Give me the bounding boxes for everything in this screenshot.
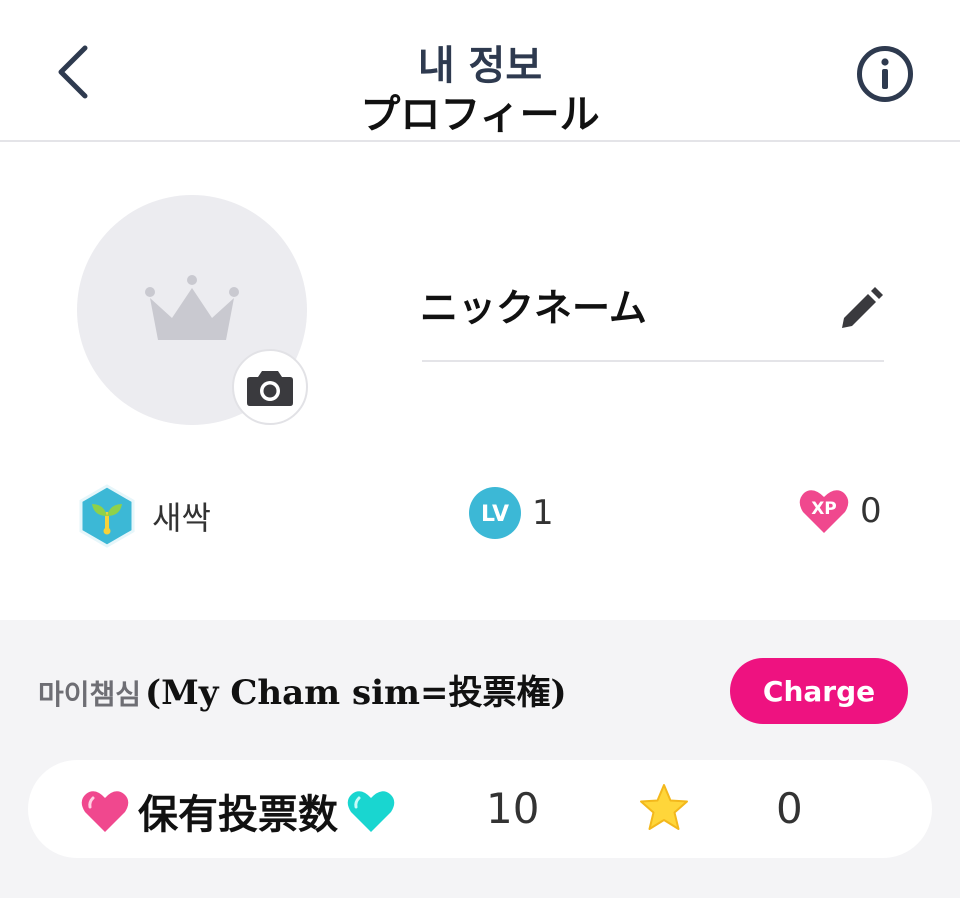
- app-header: 내 정보 プロフィール: [0, 0, 960, 142]
- star-count: 0: [776, 784, 803, 833]
- level-badge-text: LV: [481, 502, 509, 527]
- votes-title: 保有投票数: [80, 782, 396, 840]
- vote-section: 마이챔심 (My Cham sim=投票権) Charge 保有投票数 10 0: [0, 620, 960, 898]
- xp-stat: XP 0: [798, 486, 882, 536]
- profile-section: ニックネーム 새싹 LV 1 XP 0: [0, 144, 960, 620]
- pencil-icon: [842, 287, 883, 328]
- charge-button[interactable]: Charge: [730, 658, 908, 724]
- page-title-japanese: プロフィール: [360, 92, 600, 138]
- nickname-text[interactable]: ニックネーム: [420, 284, 647, 332]
- xp-badge-text: XP: [811, 499, 837, 519]
- nickname-underline: [422, 360, 884, 362]
- edit-nickname-button[interactable]: [838, 286, 884, 332]
- votes-card: 保有投票数 10 0: [28, 760, 932, 858]
- level-badge-icon: LV: [469, 487, 521, 539]
- pink-heart-icon: [81, 791, 129, 832]
- camera-icon: [247, 371, 293, 406]
- change-photo-button[interactable]: [232, 349, 308, 425]
- info-button[interactable]: [856, 45, 914, 103]
- mycham-label-english: (My Cham sim=投票権): [145, 673, 567, 713]
- votes-label: 保有投票数: [138, 792, 338, 838]
- mycham-heading: 마이챔심 (My Cham sim=投票権): [38, 665, 567, 714]
- star-icon: [640, 784, 688, 830]
- votes-count: 10: [486, 784, 540, 833]
- mycham-label-korean: 마이챔심: [38, 678, 142, 711]
- sprout-hexagon-icon: [79, 484, 135, 548]
- page-title-korean: 내 정보: [417, 43, 543, 89]
- grade-stat: 새싹: [78, 484, 211, 548]
- teal-heart-icon: [347, 791, 395, 832]
- level-stat: LV 1: [468, 486, 554, 540]
- level-value: 1: [532, 493, 554, 533]
- crown-icon: [145, 275, 239, 340]
- xp-heart-icon: XP: [799, 490, 849, 533]
- info-circle-icon: [857, 46, 913, 102]
- xp-value: 0: [860, 491, 882, 531]
- grade-label: 새싹: [152, 499, 211, 537]
